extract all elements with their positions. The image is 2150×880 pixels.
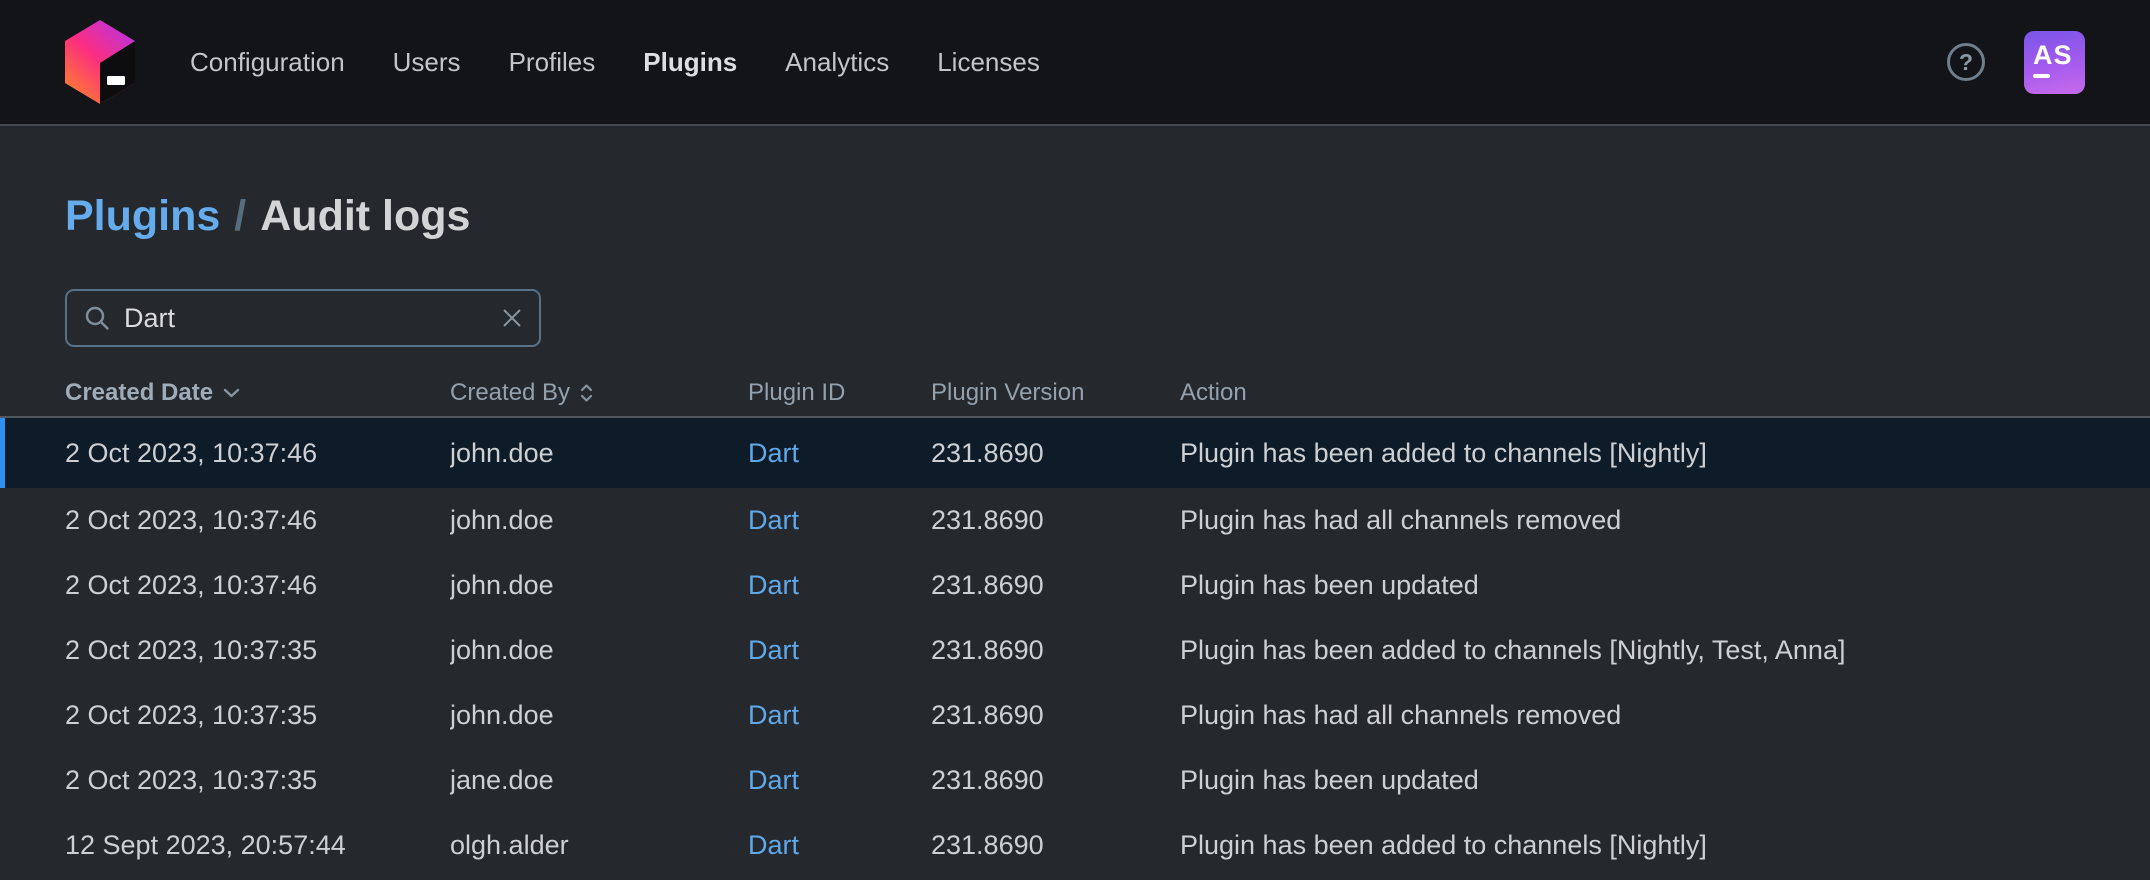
column-label: Plugin ID: [748, 379, 846, 406]
cell-created-by: john.doe: [450, 635, 554, 665]
column-label: Created By: [450, 379, 571, 406]
cell-action: Plugin has been added to channels [Night…: [1180, 437, 1707, 468]
column-header-plugin-version: Plugin Version: [931, 379, 1180, 407]
cell-action: Plugin has had all channels removed: [1180, 505, 1622, 535]
avatar-initials: AS: [2033, 39, 2073, 70]
table-row[interactable]: 2 Oct 2023, 10:37:35 john.doe Dart 231.8…: [0, 683, 2150, 748]
main-nav: Configuration Users Profiles Plugins Ana…: [190, 47, 1040, 78]
cell-action: Plugin has had all channels removed: [1180, 700, 1622, 730]
nav-item-users[interactable]: Users: [393, 47, 461, 78]
cell-created-by: jane.doe: [450, 765, 554, 795]
table-row[interactable]: 2 Oct 2023, 10:37:35 jane.doe Dart 231.8…: [0, 748, 2150, 813]
table-row[interactable]: 2 Oct 2023, 10:37:46 john.doe Dart 231.8…: [0, 553, 2150, 618]
table-row[interactable]: 12 Sept 2023, 20:57:44 olgh.alder Dart 2…: [0, 813, 2150, 878]
column-header-created-date[interactable]: Created Date: [65, 379, 450, 407]
app-logo-icon[interactable]: [61, 20, 139, 104]
breadcrumb-plugins-link[interactable]: Plugins: [65, 190, 220, 242]
nav-item-licenses[interactable]: Licenses: [937, 47, 1040, 78]
cell-action: Plugin has been added to channels [Night…: [1180, 830, 1707, 860]
cell-plugin-version: 231.8690: [931, 437, 1044, 468]
table-row[interactable]: 2 Oct 2023, 10:37:46 john.doe Dart 231.8…: [0, 488, 2150, 553]
topnav-right-group: ? AS: [1947, 30, 2085, 94]
column-header-action: Action: [1180, 379, 2150, 407]
cell-created-date: 2 Oct 2023, 10:37:46: [65, 437, 318, 468]
avatar-underline: [2033, 73, 2050, 78]
clear-search-icon[interactable]: [501, 307, 523, 329]
cell-created-by: john.doe: [450, 700, 554, 730]
cell-action: Plugin has been updated: [1180, 765, 1479, 795]
nav-item-analytics[interactable]: Analytics: [785, 47, 889, 78]
cell-created-by: john.doe: [450, 505, 554, 535]
main-content: Plugins / Audit logs Created Date Create…: [0, 126, 2150, 878]
cell-plugin-version: 231.8690: [931, 830, 1044, 860]
cell-plugin-version: 231.8690: [931, 505, 1044, 535]
column-header-plugin-id: Plugin ID: [748, 379, 931, 407]
nav-item-profiles[interactable]: Profiles: [509, 47, 596, 78]
cell-created-date: 2 Oct 2023, 10:37:46: [65, 570, 318, 600]
nav-item-plugins[interactable]: Plugins: [643, 47, 737, 78]
column-label: Action: [1180, 379, 1247, 406]
search-icon: [84, 305, 110, 331]
cell-created-by: olgh.alder: [450, 830, 569, 860]
plugin-id-link[interactable]: Dart: [748, 635, 799, 666]
cell-created-date: 2 Oct 2023, 10:37:35: [65, 765, 318, 795]
plugin-id-link[interactable]: Dart: [748, 700, 799, 731]
search-input[interactable]: [124, 302, 501, 334]
cell-action: Plugin has been updated: [1180, 570, 1479, 600]
page-title: Audit logs: [260, 192, 471, 240]
selected-row-indicator: [0, 418, 5, 488]
plugin-id-link[interactable]: Dart: [748, 830, 799, 861]
column-label: Plugin Version: [931, 379, 1085, 406]
breadcrumb-separator: /: [234, 192, 247, 240]
sort-both-icon: [580, 383, 593, 403]
cell-created-date: 2 Oct 2023, 10:37:46: [65, 505, 318, 535]
cell-plugin-version: 231.8690: [931, 700, 1044, 730]
cell-created-by: john.doe: [450, 437, 554, 468]
top-navigation-bar: Configuration Users Profiles Plugins Ana…: [0, 0, 2150, 126]
sort-desc-icon: [223, 388, 240, 398]
table-row[interactable]: 2 Oct 2023, 10:37:46 john.doe Dart 231.8…: [0, 418, 2150, 488]
cell-plugin-version: 231.8690: [931, 765, 1044, 795]
plugin-id-link[interactable]: Dart: [748, 765, 799, 796]
help-icon[interactable]: ?: [1947, 43, 1985, 81]
cell-plugin-version: 231.8690: [931, 570, 1044, 600]
cell-action: Plugin has been added to channels [Night…: [1180, 635, 1846, 665]
plugin-id-link[interactable]: Dart: [748, 438, 799, 469]
table-row[interactable]: 2 Oct 2023, 10:37:35 john.doe Dart 231.8…: [0, 618, 2150, 683]
cell-created-by: john.doe: [450, 570, 554, 600]
plugin-id-link[interactable]: Dart: [748, 570, 799, 601]
cell-created-date: 2 Oct 2023, 10:37:35: [65, 700, 318, 730]
column-label: Created Date: [65, 379, 214, 406]
nav-item-configuration[interactable]: Configuration: [190, 47, 345, 78]
avatar[interactable]: AS: [2024, 30, 2085, 94]
table-body: 2 Oct 2023, 10:37:46 john.doe Dart 231.8…: [0, 418, 2150, 878]
plugin-id-link[interactable]: Dart: [748, 505, 799, 536]
cell-plugin-version: 231.8690: [931, 635, 1044, 665]
breadcrumb: Plugins / Audit logs: [0, 126, 2150, 242]
table-header-row: Created Date Created By Plugin ID Plugin…: [0, 370, 2150, 418]
column-header-created-by[interactable]: Created By: [450, 379, 748, 407]
cell-created-date: 2 Oct 2023, 10:37:35: [65, 635, 318, 665]
cell-created-date: 12 Sept 2023, 20:57:44: [65, 830, 346, 860]
search-box[interactable]: [65, 289, 541, 347]
